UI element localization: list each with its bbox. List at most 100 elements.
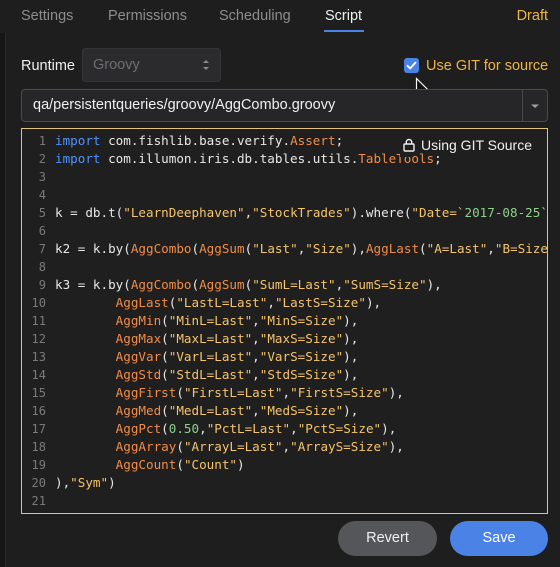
line-number: 11 — [31, 314, 46, 328]
code-token: AggMin — [115, 313, 162, 328]
revert-button[interactable]: Revert — [338, 521, 437, 556]
code-token: AggSum — [199, 277, 245, 292]
code-token: AggCount — [115, 457, 177, 472]
code-token: AggArray — [115, 439, 177, 454]
code-token: "MaxL=Last" — [168, 331, 253, 346]
code-token: "LearnDeephaven" — [123, 205, 245, 220]
code-line: ),"Sym") — [55, 474, 116, 492]
code-token: , — [487, 241, 495, 256]
code-token: "FirstL=Last" — [183, 385, 283, 400]
code-token: AggMed — [115, 403, 162, 418]
code-token: "LastS=Size" — [274, 295, 366, 310]
code-token: ( — [161, 331, 169, 346]
line-number: 1 — [38, 134, 46, 148]
left-edge-panel — [0, 33, 6, 567]
code-token: ), — [388, 439, 404, 454]
code-token: AggMax — [115, 331, 162, 346]
script-path-combobox[interactable]: qa/persistentqueries/groovy/AggCombo.gro… — [21, 89, 548, 122]
code-token: "MedS=Size" — [259, 403, 344, 418]
code-line: AggCount("Count") — [55, 456, 245, 474]
line-number: 14 — [31, 368, 46, 382]
code-token: ), — [388, 385, 404, 400]
script-path-value: qa/persistentqueries/groovy/AggCombo.gro… — [33, 97, 336, 113]
combobox-divider — [522, 90, 523, 121]
code-token: ), — [343, 313, 359, 328]
runtime-value: Groovy — [93, 57, 140, 73]
code-token: "MinL=Last" — [168, 313, 253, 328]
code-line: AggPct(0.50,"PctL=Last","PctS=Size"), — [55, 420, 397, 438]
code-token: AggPct — [115, 421, 162, 436]
code-line: k = db.t("LearnDeephaven","StockTrades")… — [55, 204, 548, 222]
code-token: ( — [161, 349, 169, 364]
tab-permissions[interactable]: Permissions — [108, 7, 187, 25]
code-token: ( — [161, 313, 169, 328]
chevron-down-icon[interactable] — [526, 97, 544, 115]
line-number: 3 — [38, 170, 46, 184]
code-token: , — [252, 403, 260, 418]
line-number: 5 — [38, 206, 46, 220]
code-token: "MinS=Size" — [259, 313, 344, 328]
code-token: k = db.t( — [55, 205, 124, 220]
code-token: ), — [343, 367, 359, 382]
code-token: AggLast — [365, 241, 420, 256]
active-tab-indicator — [324, 30, 364, 32]
code-token: AggVar — [115, 349, 162, 364]
checkmark-icon — [406, 61, 417, 70]
code-token: "PctS=Size" — [297, 421, 382, 436]
code-editor[interactable]: 1 2 3 4 5 6 7 8 9 10 11 12 13 14 15 16 17 18 19 20 21 import… — [21, 128, 548, 514]
code-token: "Count" — [183, 457, 238, 472]
code-token: "Date=` — [411, 205, 465, 220]
code-token: "StockTrades" — [252, 205, 351, 220]
use-git-label[interactable]: Use GIT for source — [426, 57, 548, 75]
code-token: import — [55, 151, 101, 166]
code-line: AggMin("MinL=Last","MinS=Size"), — [55, 312, 359, 330]
code-token: AggCombo — [130, 277, 192, 292]
lock-icon — [403, 138, 415, 152]
code-line: AggVar("VarL=Last","VarS=Size"), — [55, 348, 359, 366]
line-number: 12 — [31, 332, 46, 346]
use-git-checkbox[interactable] — [404, 58, 419, 73]
tab-scheduling[interactable]: Scheduling — [219, 7, 291, 25]
code-token: "Last" — [252, 241, 298, 256]
code-token: "Sym" — [70, 475, 109, 490]
code-line: AggFirst("FirstL=Last","FirstS=Size"), — [55, 384, 404, 402]
save-button[interactable]: Save — [450, 521, 548, 556]
code-token: ( — [176, 439, 184, 454]
code-token: "MedL=Last" — [168, 403, 253, 418]
code-area[interactable]: import com.fishlib.base.verify.Assert; im… — [55, 129, 547, 513]
code-token: AggFirst — [115, 385, 177, 400]
code-token: `" — [540, 205, 548, 220]
code-token: AggLast — [115, 295, 169, 310]
code-token: ( — [161, 367, 169, 382]
code-token: "A=Last" — [426, 241, 488, 256]
code-token: ( — [191, 277, 200, 292]
code-token: "StdS=Size" — [259, 367, 344, 382]
tab-script[interactable]: Script — [325, 7, 362, 25]
code-token: , — [282, 439, 291, 454]
code-token: , — [252, 313, 260, 328]
code-line: AggMed("MedL=Last","MedS=Size"), — [55, 402, 359, 420]
tab-bar: Settings Permissions Scheduling Script D… — [0, 0, 560, 33]
code-token: ( — [161, 403, 169, 418]
code-token: "MaxS=Size" — [259, 331, 344, 346]
code-token: ), — [426, 277, 442, 292]
code-token: ), — [343, 403, 359, 418]
code-token: ( — [161, 421, 169, 436]
code-token: k2 = k.by( — [55, 241, 131, 256]
code-token: ) — [237, 457, 245, 472]
code-token: "PctL=Last" — [206, 421, 291, 436]
code-line: k3 = k.by(AggCombo(AggSum("SumL=Last","S… — [55, 276, 442, 294]
code-line: import com.illumon.iris.db.tables.utils.… — [55, 150, 442, 168]
tab-settings[interactable]: Settings — [21, 7, 73, 25]
code-token: "B=Size" — [494, 241, 548, 256]
code-token: com.fishlib.base.verify. — [100, 133, 291, 148]
code-token: ), — [55, 475, 71, 490]
code-line: AggLast("LastL=Last","LastS=Size"), — [55, 294, 381, 312]
runtime-select[interactable]: Groovy — [82, 48, 221, 82]
